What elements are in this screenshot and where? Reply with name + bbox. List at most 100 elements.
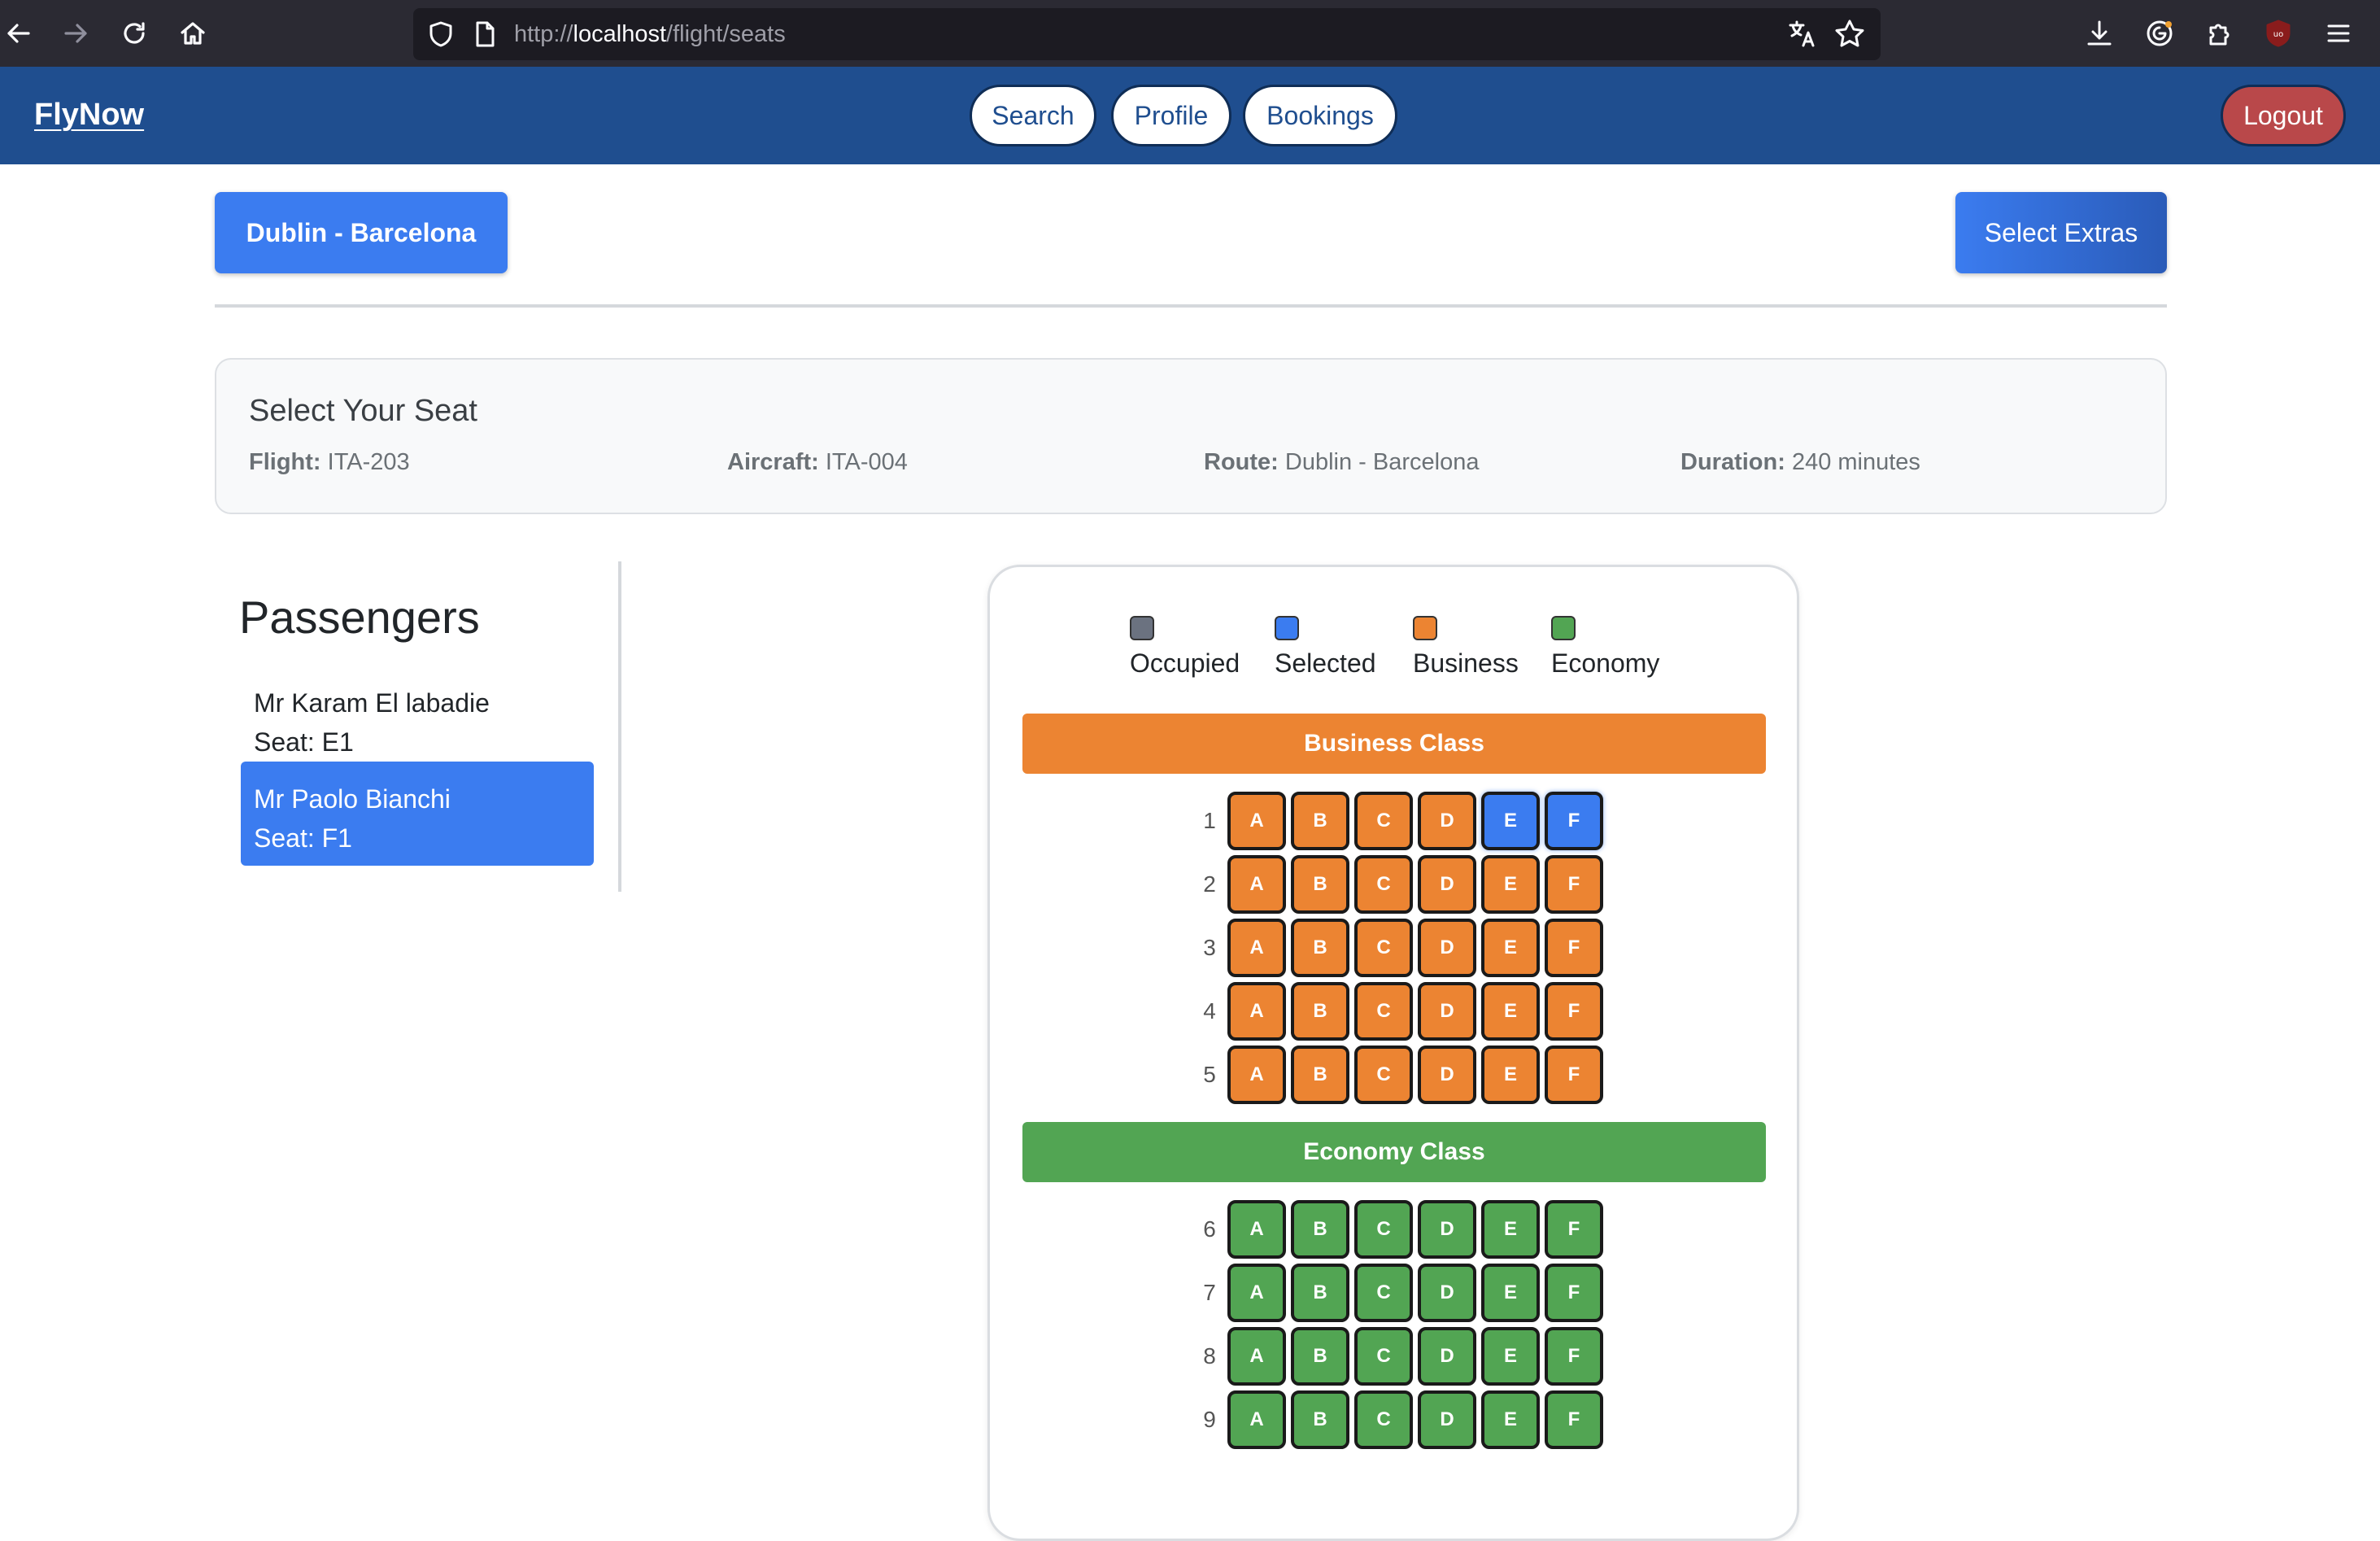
logout-button[interactable]: Logout	[2221, 85, 2346, 146]
seat[interactable]: F	[1545, 919, 1603, 977]
seat[interactable]: C	[1354, 919, 1413, 977]
seat[interactable]: C	[1354, 1046, 1413, 1104]
seat[interactable]: A	[1227, 1046, 1286, 1104]
business-class-header: Business Class	[1022, 714, 1766, 774]
seat[interactable]: F	[1545, 855, 1603, 914]
seat[interactable]: C	[1354, 855, 1413, 914]
legend-swatch	[1275, 616, 1299, 640]
seat[interactable]: B	[1291, 1046, 1349, 1104]
passenger-seat: Seat: F1	[254, 823, 352, 853]
seat[interactable]: B	[1291, 982, 1349, 1041]
select-extras-button[interactable]: Select Extras	[1955, 192, 2167, 273]
legend-swatch	[1130, 616, 1154, 640]
seat[interactable]: D	[1418, 792, 1476, 850]
seat[interactable]: B	[1291, 1200, 1349, 1259]
route-info: Route: Dublin - Barcelona	[1204, 449, 1480, 475]
seat[interactable]: C	[1354, 1200, 1413, 1259]
svg-text:uo: uo	[2273, 30, 2283, 39]
economy-class-header: Economy Class	[1022, 1122, 1766, 1182]
passenger-name: Mr Karam El labadie	[254, 688, 490, 718]
seat[interactable]: E	[1481, 919, 1540, 977]
seat[interactable]: A	[1227, 855, 1286, 914]
bookmark-star-icon[interactable]	[1833, 18, 1866, 50]
seat[interactable]: D	[1418, 855, 1476, 914]
seat[interactable]: F	[1545, 1327, 1603, 1386]
seat[interactable]: C	[1354, 1264, 1413, 1322]
back-icon[interactable]	[0, 15, 37, 52]
seat[interactable]: D	[1418, 1046, 1476, 1104]
nav-profile-button[interactable]: Profile	[1111, 85, 1231, 146]
seat[interactable]: D	[1418, 1200, 1476, 1259]
extensions-icon[interactable]	[2199, 15, 2237, 52]
shield-icon[interactable]	[426, 20, 456, 49]
seat-map-card: Occupied Selected Business Economy Busin…	[987, 565, 1799, 1541]
seat[interactable]: D	[1418, 919, 1476, 977]
seat[interactable]: A	[1227, 1327, 1286, 1386]
seat[interactable]: C	[1354, 1327, 1413, 1386]
passenger-item-active[interactable]: Mr Paolo Bianchi Seat: F1	[241, 762, 594, 866]
ublock-icon[interactable]: uo	[2260, 15, 2297, 52]
seat[interactable]: F	[1545, 1046, 1603, 1104]
seat[interactable]: D	[1418, 1390, 1476, 1449]
seat[interactable]: A	[1227, 1390, 1286, 1449]
seat-selected[interactable]: F	[1545, 792, 1603, 850]
seat[interactable]: A	[1227, 982, 1286, 1041]
seat[interactable]: E	[1481, 1200, 1540, 1259]
seat[interactable]: F	[1545, 1264, 1603, 1322]
seat[interactable]: D	[1418, 1327, 1476, 1386]
nav-bookings-button[interactable]: Bookings	[1243, 85, 1397, 146]
legend-selected: Selected	[1275, 616, 1376, 679]
route-button[interactable]: Dublin - Barcelona	[215, 192, 508, 273]
seat[interactable]: A	[1227, 1200, 1286, 1259]
legend-swatch	[1413, 616, 1437, 640]
seat[interactable]: B	[1291, 919, 1349, 977]
seat[interactable]: D	[1418, 982, 1476, 1041]
seat[interactable]: A	[1227, 792, 1286, 850]
brand-logo[interactable]: FlyNow	[34, 98, 144, 133]
seat[interactable]: E	[1481, 1046, 1540, 1104]
seat[interactable]: B	[1291, 792, 1349, 850]
forward-icon[interactable]	[57, 15, 94, 52]
seat[interactable]: B	[1291, 1264, 1349, 1322]
row-number: 9	[1203, 1407, 1216, 1432]
home-icon[interactable]	[174, 15, 211, 52]
flight-info-title: Select Your Seat	[249, 394, 477, 428]
seat[interactable]: E	[1481, 1264, 1540, 1322]
row-number: 3	[1203, 935, 1216, 960]
seat[interactable]: C	[1354, 982, 1413, 1041]
divider	[215, 304, 2167, 308]
account-icon[interactable]	[2141, 15, 2178, 52]
seat-selected[interactable]: E	[1481, 792, 1540, 850]
seat[interactable]: A	[1227, 1264, 1286, 1322]
seat[interactable]: E	[1481, 1327, 1540, 1386]
seat[interactable]: B	[1291, 855, 1349, 914]
seat[interactable]: D	[1418, 1264, 1476, 1322]
seat[interactable]: B	[1291, 1327, 1349, 1386]
url-text[interactable]: http://localhost/flight/seats	[514, 21, 786, 48]
row-number: 8	[1203, 1343, 1216, 1369]
seat[interactable]: C	[1354, 792, 1413, 850]
seat[interactable]: E	[1481, 1390, 1540, 1449]
legend-business: Business	[1413, 616, 1519, 679]
duration-info: Duration: 240 minutes	[1680, 449, 1920, 475]
download-icon[interactable]	[2081, 15, 2118, 52]
seat[interactable]: F	[1545, 982, 1603, 1041]
passengers-heading: Passengers	[239, 592, 480, 643]
seat[interactable]: C	[1354, 1390, 1413, 1449]
address-bar[interactable]: http://localhost/flight/seats	[413, 8, 1881, 60]
translate-icon[interactable]	[1786, 18, 1819, 50]
row-number: 4	[1203, 998, 1216, 1024]
passengers-panel: Passengers Mr Karam El labadie Seat: E1 …	[215, 561, 621, 892]
reload-icon[interactable]	[116, 15, 153, 52]
seat[interactable]: A	[1227, 919, 1286, 977]
seat[interactable]: F	[1545, 1200, 1603, 1259]
seat[interactable]: E	[1481, 982, 1540, 1041]
seat[interactable]: F	[1545, 1390, 1603, 1449]
browser-toolbar: http://localhost/flight/seats uo	[0, 0, 2380, 67]
seat[interactable]: B	[1291, 1390, 1349, 1449]
flight-info-card: Select Your Seat Flight: ITA-203 Aircraf…	[215, 358, 2167, 514]
menu-icon[interactable]	[2320, 15, 2357, 52]
nav-search-button[interactable]: Search	[970, 85, 1096, 146]
passenger-item[interactable]: Mr Karam El labadie Seat: E1	[241, 666, 594, 770]
seat[interactable]: E	[1481, 855, 1540, 914]
